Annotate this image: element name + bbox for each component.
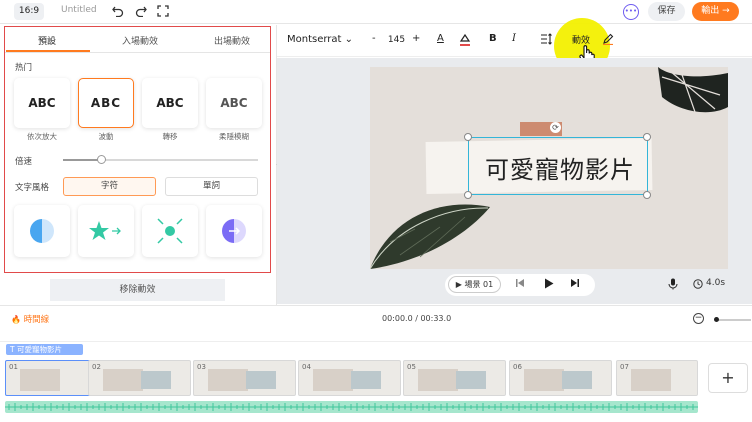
clip-thumbnail [20,369,60,391]
text-track-label: 可愛寵物影片 [16,345,62,354]
clip-number: 05 [407,363,416,371]
clip-thumbnail [208,369,248,391]
previous-icon[interactable] [515,278,525,291]
timeline-tag[interactable]: 🔥 時間線 [11,313,49,325]
timeline-ruler [0,334,752,342]
highlight-color-icon[interactable] [459,33,471,50]
timeline-zoom-slider[interactable] [717,319,751,321]
text-track-item[interactable]: T 可愛寵物影片 [6,344,83,355]
resize-handle-bottom-left[interactable] [464,191,472,199]
remove-animation-button[interactable]: 移除動效 [50,279,225,301]
clip-thumbnail [313,369,353,391]
project-title[interactable]: Untitled [61,5,97,15]
bold-button[interactable]: B [489,33,497,44]
scene-selector[interactable]: ▶ 場景 01 [448,276,501,293]
resize-handle-top-right[interactable] [643,133,651,141]
scene-duration: 4.0s [706,278,726,288]
clip-thumbnail [418,369,458,391]
clip-thumbnail [246,371,276,389]
scene-clip[interactable]: 05 [403,360,506,396]
clip-thumbnail [141,371,171,389]
text-color-icon[interactable]: A [437,33,444,44]
scene-clip[interactable]: 02 [88,360,191,396]
annotation-frame [4,26,271,273]
rotate-icon[interactable]: ⟳ [550,122,561,133]
clip-thumbnail [351,371,381,389]
scene-clip[interactable]: 07 [616,360,698,396]
clip-thumbnail [524,369,564,391]
clock-icon [693,279,703,292]
export-button[interactable]: 輸出 → [692,2,739,21]
undo-icon[interactable] [110,3,126,19]
timeline-timecode: 00:00.0 / 00:33.0 [382,314,452,323]
increase-size-button[interactable]: + [412,33,420,44]
edit-pencil-icon[interactable] [602,33,614,48]
scene-clip[interactable]: 03 [193,360,296,396]
clip-thumbnail [456,371,486,389]
spacing-icon[interactable] [540,33,552,48]
italic-button[interactable]: I [512,33,516,44]
audio-track[interactable] [5,401,698,413]
font-family-select[interactable]: Montserrat ⌄ [287,34,353,45]
timeline-icon: 🔥 [11,315,21,324]
resize-handle-bottom-right[interactable] [643,191,651,199]
play-icon[interactable] [544,278,554,292]
chevron-down-icon: ⌄ [344,34,354,45]
timeline-zoom-handle[interactable] [714,317,719,322]
clip-number: 04 [302,363,311,371]
clip-thumbnail [562,371,592,389]
clip-number: 07 [620,363,629,371]
text-track-icon: T [10,345,15,354]
aspect-ratio-button[interactable]: 16:9 [14,3,44,20]
timeline-tag-label: 時間線 [23,315,50,325]
add-scene-button[interactable]: + [708,363,748,393]
font-family-value: Montserrat [287,34,342,45]
scene-clip[interactable]: 04 [298,360,401,396]
clip-thumbnail [631,369,671,391]
resize-handle-top-left[interactable] [464,133,472,141]
clip-number: 06 [513,363,522,371]
audio-waveform [5,403,698,411]
microphone-icon[interactable] [668,278,678,293]
clip-number: 01 [9,363,18,371]
clip-thumbnail [103,369,143,391]
next-icon[interactable] [570,278,580,291]
scene-clip[interactable]: 06 [509,360,612,396]
chat-icon[interactable]: ••• [623,4,639,20]
clip-number: 03 [197,363,206,371]
clip-number: 02 [92,363,101,371]
canvas-title-text[interactable]: 可愛寵物影片 [475,150,645,185]
decrease-size-button[interactable]: - [372,33,376,44]
fullscreen-icon[interactable] [155,3,171,19]
zoom-out-icon[interactable]: − [693,313,704,324]
redo-icon[interactable] [133,3,149,19]
save-button[interactable]: 保存 [648,2,685,21]
font-size-input[interactable]: 145 [384,32,409,48]
